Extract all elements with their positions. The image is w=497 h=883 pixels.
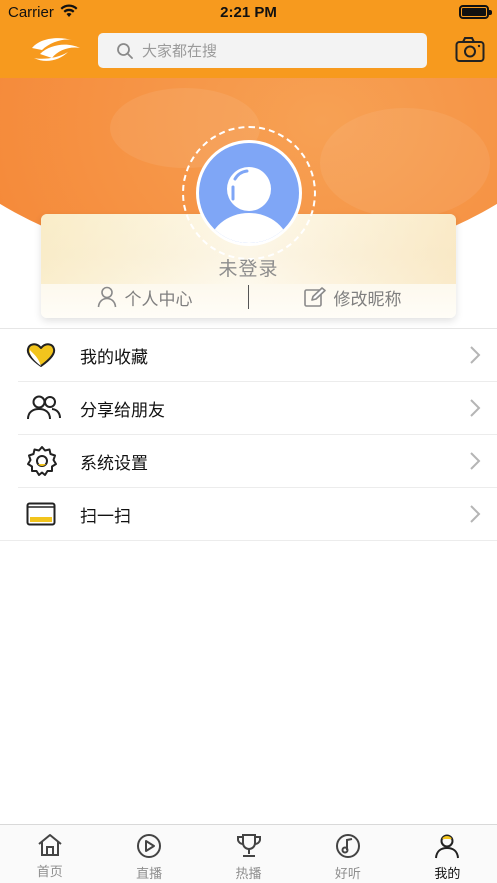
edit-nickname-label: 修改昵称 [333,289,402,310]
status-time: 2:21 PM [220,4,277,21]
heart-icon [26,343,56,367]
edit-nickname-button[interactable]: 修改昵称 [249,285,456,310]
menu-item-scan[interactable]: 扫一扫 [0,488,497,541]
menu-label-share: 分享给朋友 [80,400,165,421]
search-input[interactable]: 大家都在搜 [98,33,427,68]
menu-label-favorites: 我的收藏 [80,347,148,368]
tab-hot[interactable]: 热播 [199,825,298,883]
home-icon [38,834,62,856]
camera-icon[interactable] [455,36,485,64]
menu-item-settings[interactable]: 系统设置 [18,435,497,488]
edit-icon [303,287,326,307]
app-logo-icon[interactable] [28,34,84,66]
tab-live[interactable]: 直播 [99,825,198,883]
login-status[interactable]: 未登录 [0,254,497,281]
scan-icon [26,502,56,526]
chevron-right-icon [470,505,481,523]
tab-label-live: 直播 [136,867,163,882]
tab-mine[interactable]: 我的 [398,825,497,883]
settings-menu: 我的收藏 分享给朋友 系统设置 扫一扫 [0,328,497,541]
menu-label-scan: 扫一扫 [80,506,131,527]
gear-icon [27,446,57,476]
astronaut-avatar-icon [199,143,299,243]
menu-item-favorites[interactable]: 我的收藏 [18,329,497,382]
user-icon [97,286,116,308]
chevron-right-icon [470,346,481,364]
status-bar: Carrier 2:21 PM [0,0,497,26]
personal-center-label: 个人中心 [124,289,193,310]
menu-label-settings: 系统设置 [80,453,148,474]
friends-icon [27,395,61,420]
tab-label-home: 首页 [36,865,63,880]
music-icon [335,834,360,858]
tab-listen[interactable]: 好听 [298,825,397,883]
trophy-icon [236,834,261,857]
play-icon [137,834,162,858]
tab-label-hot: 热播 [235,867,262,882]
bottom-tab-bar: 首页 直播 热播 好听 我的 [0,824,497,883]
tab-label-mine: 我的 [434,867,461,882]
top-header: Carrier 2:21 PM 大家都在搜 [0,0,497,78]
search-icon [117,42,133,59]
avatar[interactable] [196,140,302,246]
tab-label-listen: 好听 [334,867,361,882]
chevron-right-icon [470,399,481,417]
search-placeholder: 大家都在搜 [142,42,218,60]
chevron-right-icon [470,452,481,470]
tab-home[interactable]: 首页 [0,825,99,883]
profile-icon [435,834,460,859]
menu-item-share[interactable]: 分享给朋友 [18,382,497,435]
personal-center-button[interactable]: 个人中心 [41,285,248,310]
battery-icon [459,5,492,19]
profile-actions: 个人中心 修改昵称 [41,282,456,312]
